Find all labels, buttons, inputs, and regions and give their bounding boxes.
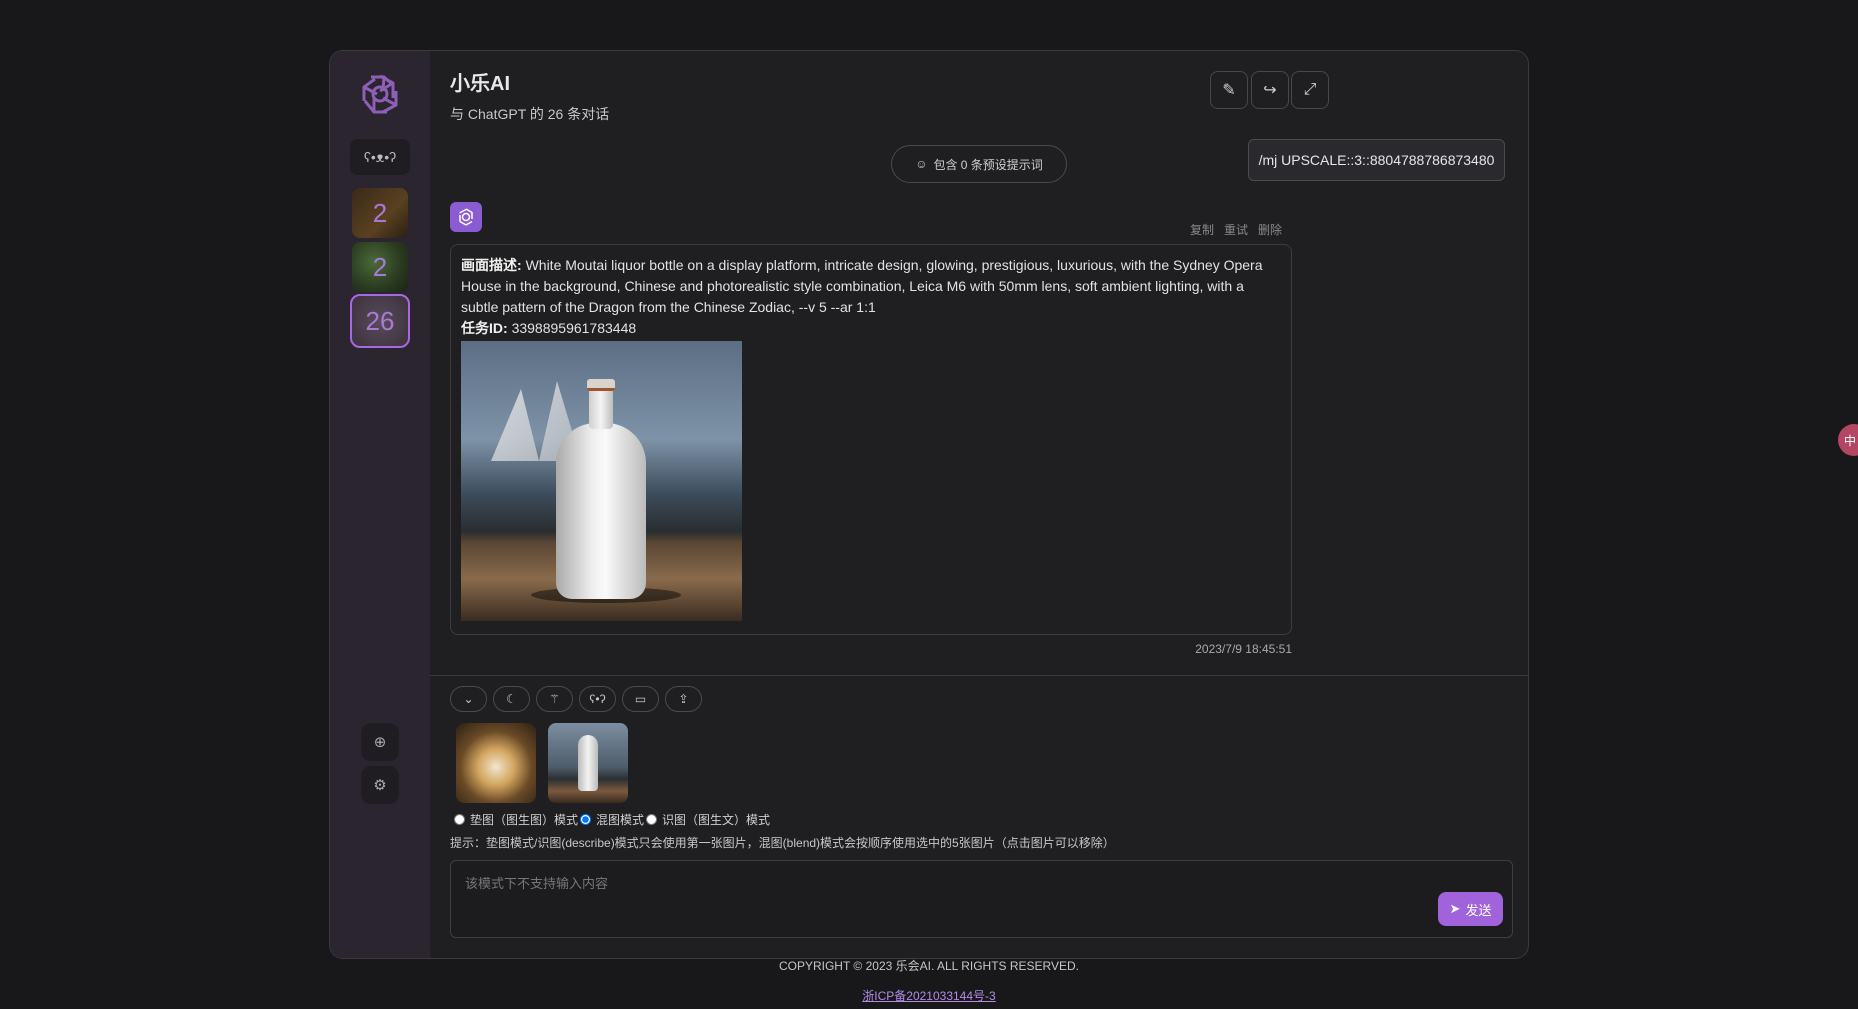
magic-wand-icon: ⚚ — [549, 692, 560, 706]
translate-label: 中 — [1844, 433, 1857, 448]
selected-image-thumb[interactable] — [548, 723, 628, 803]
preset-prompts-pill[interactable]: ☺ 包含 0 条预设提示词 — [891, 145, 1067, 183]
double-chevron-down-icon: ⌄ — [463, 692, 474, 706]
retry-action[interactable]: 重试 — [1224, 221, 1248, 238]
send-button[interactable]: ➤ 发送 — [1438, 892, 1503, 926]
icp-link[interactable]: 浙ICP备2021033144号-3 — [0, 987, 1858, 1004]
share-icon: ↪ — [1263, 82, 1277, 99]
chat-window: ʕ•ᴥ•ʔ 2 2 26 ⊕ ⚙ 小乐AI 与 ChatGPT 的 26 条对话… — [329, 50, 1529, 959]
upload-button[interactable]: ⇪ — [665, 686, 702, 712]
paper-plane-icon: ➤ — [1449, 901, 1461, 916]
theme-button[interactable]: ☾ — [493, 686, 530, 712]
chat-header: 小乐AI 与 ChatGPT 的 26 条对话 — [450, 67, 609, 124]
share-button[interactable]: ↪ — [1251, 71, 1289, 109]
fullscreen-button[interactable]: ⤢ — [1291, 71, 1329, 109]
mode-radio-blend[interactable] — [580, 814, 592, 825]
divider — [430, 675, 1528, 676]
chatgpt-icon — [459, 208, 473, 226]
description-text: White Moutai liquor bottle on a display … — [461, 257, 1263, 315]
mode-selector: 垫图（图生图）模式 混图模式 识图（图生文）模式 — [454, 811, 770, 828]
mode-radio-pad[interactable] — [454, 814, 465, 825]
message-actions: 复制 重试 删除 — [1190, 221, 1282, 238]
session-item[interactable]: 2 — [350, 240, 410, 294]
session-item-active[interactable]: 26 — [350, 294, 410, 348]
task-id: 任务ID: 3398895961783448 — [461, 318, 1281, 339]
session-count: 26 — [365, 305, 395, 336]
plus-circle-icon: ⊕ — [373, 734, 387, 751]
user-message-text: /mj UPSCALE::3::8804788786873480 — [1258, 152, 1495, 168]
bottle-cap — [587, 379, 615, 391]
task-id-value: 3398895961783448 — [511, 320, 637, 336]
pencil-icon: ✎ — [1222, 82, 1236, 99]
message-timestamp: 2023/7/9 18:45:51 — [1195, 642, 1292, 656]
mode-radio-describe[interactable] — [646, 814, 658, 825]
session-item[interactable]: 2 — [350, 186, 410, 240]
gear-icon: ⚙ — [373, 777, 387, 794]
image-tool-button[interactable]: ▭ — [622, 686, 659, 712]
bot-message: 画面描述: White Moutai liquor bottle on a di… — [450, 244, 1292, 635]
task-id-label: 任务ID: — [461, 320, 508, 336]
bear-icon: ʕ•ʔ — [589, 692, 606, 706]
moon-icon: ☾ — [506, 692, 517, 706]
mode-hint: 提示：垫图模式/识图(describe)模式只会使用第一张图片，混图(blend… — [450, 836, 1115, 850]
copy-action[interactable]: 复制 — [1190, 221, 1214, 238]
page-title: 小乐AI — [450, 73, 510, 95]
description-label: 画面描述: — [461, 257, 522, 273]
session-count: 2 — [372, 251, 388, 282]
mode-label: 垫图（图生图）模式 — [470, 813, 579, 827]
chat-input-box: ➤ 发送 — [450, 860, 1513, 938]
mask-tool-button[interactable]: ʕ•ʔ — [579, 686, 616, 712]
preset-prompts-label: 包含 0 条预设提示词 — [933, 157, 1043, 172]
generated-image[interactable] — [461, 341, 742, 621]
selected-image-thumb[interactable] — [456, 723, 536, 803]
mode-label: 混图模式 — [596, 813, 645, 827]
edit-button[interactable]: ✎ — [1210, 71, 1248, 109]
sidebar: ʕ•ᴥ•ʔ 2 2 26 ⊕ ⚙ — [330, 51, 430, 958]
settings-button[interactable]: ⚙ — [361, 766, 399, 804]
delete-action[interactable]: 删除 — [1258, 221, 1282, 238]
mode-label: 识图（图生文）模式 — [662, 813, 771, 827]
copyright: COPYRIGHT © 2023 乐会AI. ALL RIGHTS RESERV… — [778, 959, 1080, 973]
toolbar: ⌄ ☾ ⚚ ʕ•ʔ ▭ ⇪ — [450, 686, 702, 712]
prompt-icon: ☺ — [915, 157, 928, 171]
chat-input[interactable] — [451, 861, 1512, 937]
scroll-bottom-button[interactable]: ⌄ — [450, 686, 487, 712]
send-label: 发送 — [1465, 902, 1492, 918]
expand-icon: ⤢ — [1303, 81, 1317, 98]
bottle-body — [556, 423, 646, 599]
prompt-button[interactable]: ⚚ — [536, 686, 573, 712]
image-description: 画面描述: White Moutai liquor bottle on a di… — [461, 255, 1281, 318]
new-chat-button[interactable]: ⊕ — [361, 723, 399, 761]
conversation-count: 与 ChatGPT 的 26 条对话 — [450, 106, 610, 122]
chatgpt-logo-icon — [357, 71, 403, 117]
upload-icon: ⇪ — [678, 692, 689, 706]
bear-icon: ʕ•ᴥ•ʔ — [363, 149, 397, 165]
mask-button[interactable]: ʕ•ᴥ•ʔ — [350, 139, 410, 175]
bot-avatar — [450, 202, 482, 232]
user-message: /mj UPSCALE::3::8804788786873480 — [1248, 139, 1505, 181]
translate-badge[interactable]: 中 — [1838, 424, 1858, 456]
image-icon: ▭ — [634, 692, 647, 706]
session-count: 2 — [372, 197, 388, 228]
